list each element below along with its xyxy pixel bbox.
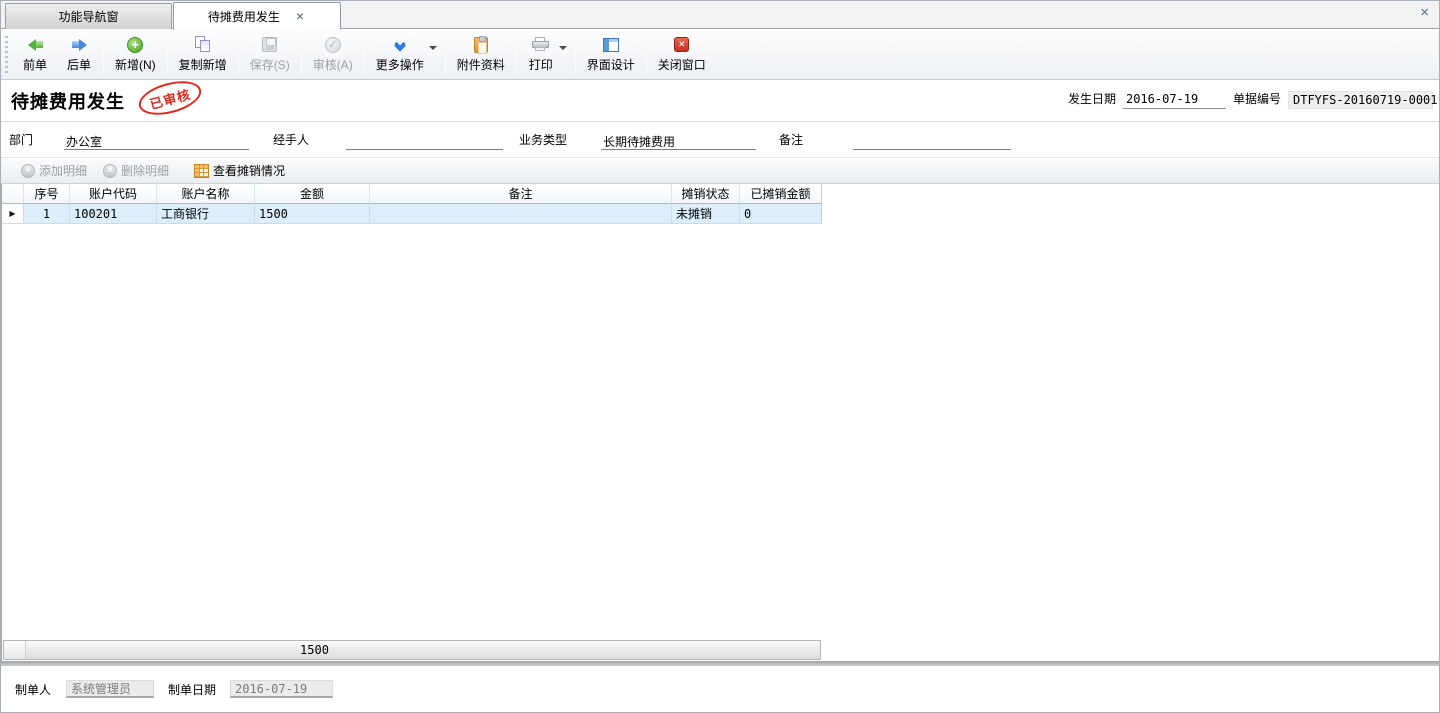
delete-detail-button: × 删除明细 <box>97 160 175 181</box>
x-circle-gray-icon: × <box>103 164 117 178</box>
view-amortization-button[interactable]: 查看摊销情况 <box>188 160 291 181</box>
save-icon <box>262 37 277 52</box>
department-field[interactable]: 办公室 <box>64 133 249 150</box>
column-header-account-name[interactable]: 账户名称 <box>157 184 255 204</box>
print-button[interactable]: 打印 <box>519 33 563 77</box>
arrow-right-icon <box>72 36 87 54</box>
amount-sum: 1500 <box>257 641 372 659</box>
create-date-field: 2016-07-19 <box>230 680 333 698</box>
grid-selector-header <box>2 184 24 204</box>
attachment-icon <box>474 37 488 53</box>
cell-seq[interactable]: 1 <box>24 204 70 224</box>
main-toolbar: 前单 后单 + 新增(N) 复制新增 保存(S) ✓ 审核(A) <box>1 30 1439 80</box>
window-close-icon[interactable]: × <box>1420 6 1429 20</box>
plus-circle-icon: + <box>127 37 143 53</box>
close-icon: ✕ <box>674 37 689 52</box>
copy-new-button[interactable]: 复制新增 <box>170 30 236 79</box>
toolbar-separator <box>575 35 576 74</box>
grid-area: 序号 账户代码 账户名称 金额 备注 摊销状态 已摊销金额 ▶ 1 100201… <box>1 184 1439 661</box>
audit-button: ✓ 审核(A) <box>304 30 362 79</box>
prev-doc-button[interactable]: 前单 <box>13 30 57 79</box>
department-label: 部门 <box>9 131 64 150</box>
row-selector-icon: ▶ <box>2 204 24 224</box>
chevrons-down-icon <box>396 40 404 50</box>
business-type-field[interactable]: 长期待摊费用 <box>601 133 756 150</box>
cell-remark[interactable] <box>370 204 672 224</box>
bottom-panel: 制单人 系统管理员 制单日期 2016-07-19 <box>1 666 1439 712</box>
remark-label: 备注 <box>779 131 853 150</box>
column-header-remark[interactable]: 备注 <box>370 184 672 204</box>
check-circle-icon: ✓ <box>325 37 341 53</box>
occur-date-label: 发生日期 <box>1068 90 1116 107</box>
cell-account-name[interactable]: 工商银行 <box>157 204 255 224</box>
detail-grid: 序号 账户代码 账户名称 金额 备注 摊销状态 已摊销金额 ▶ 1 100201… <box>1 184 822 661</box>
column-header-account-code[interactable]: 账户代码 <box>70 184 157 204</box>
column-header-amount[interactable]: 金额 <box>255 184 370 204</box>
business-type-label: 业务类型 <box>519 131 601 150</box>
layout-icon <box>603 38 619 52</box>
next-doc-button[interactable]: 后单 <box>57 30 101 79</box>
grid-sum-bar: 1500 <box>3 640 821 660</box>
table-grid-icon <box>194 164 209 178</box>
attachment-button[interactable]: 附件资料 <box>448 30 514 79</box>
occur-date-field[interactable]: 2016-07-19 <box>1123 92 1226 109</box>
plus-circle-gray-icon: + <box>21 164 35 178</box>
add-detail-button: + 添加明细 <box>15 160 93 181</box>
toolbar-separator <box>103 35 104 74</box>
tab-close-icon[interactable]: × <box>294 10 306 22</box>
form-row: 部门 办公室 经手人 业务类型 长期待摊费用 备注 <box>1 121 1439 157</box>
toolbar-separator <box>516 35 517 74</box>
toolbar-separator <box>301 35 302 74</box>
doc-no-field: DTFYFS-20160719-0001 <box>1288 91 1433 109</box>
toolbar-separator <box>646 35 647 74</box>
chevron-down-icon[interactable] <box>559 46 567 50</box>
grid-header-row: 序号 账户代码 账户名称 金额 备注 摊销状态 已摊销金额 <box>2 184 822 204</box>
toolbar-grip[interactable] <box>5 36 10 73</box>
doc-no-label: 单据编号 <box>1233 90 1281 107</box>
toolbar-separator <box>364 35 365 74</box>
cell-amount[interactable]: 1500 <box>255 204 370 224</box>
toolbar-separator <box>167 35 168 74</box>
remark-field[interactable] <box>853 133 1011 150</box>
column-header-amortized-amount[interactable]: 已摊销金额 <box>740 184 822 204</box>
close-window-button[interactable]: ✕ 关闭窗口 <box>649 30 715 79</box>
tab-nav-window[interactable]: 功能导航窗 <box>5 3 172 29</box>
save-button: 保存(S) <box>241 30 299 79</box>
more-operations-button[interactable]: 更多操作 <box>367 33 433 77</box>
tab-prepaid-expense[interactable]: 待摊费用发生 × <box>173 2 341 30</box>
document-header: 待摊费用发生 已审核 发生日期 2016-07-19 单据编号 DTFYFS-2… <box>1 80 1439 121</box>
table-row[interactable]: ▶ 1 100201 工商银行 1500 未摊销 0 <box>2 204 822 224</box>
cell-amortized-amount[interactable]: 0 <box>740 204 822 224</box>
detail-toolbar: + 添加明细 × 删除明细 查看摊销情况 <box>1 157 1439 184</box>
grid-empty-space <box>2 224 822 640</box>
chevron-down-icon[interactable] <box>429 46 437 50</box>
new-button[interactable]: + 新增(N) <box>106 30 165 79</box>
create-date-label: 制单日期 <box>168 681 230 698</box>
toolbar-separator <box>238 35 239 74</box>
handler-field[interactable] <box>346 133 503 150</box>
column-header-amortize-status[interactable]: 摊销状态 <box>672 184 740 204</box>
cell-account-code[interactable]: 100201 <box>70 204 157 224</box>
arrow-left-icon <box>28 36 43 54</box>
tab-label: 待摊费用发生 <box>208 8 280 25</box>
printer-icon <box>532 37 549 52</box>
handler-label: 经手人 <box>273 131 346 150</box>
cell-amortize-status[interactable]: 未摊销 <box>672 204 740 224</box>
creator-field: 系统管理员 <box>66 680 154 698</box>
tab-bar: 功能导航窗 待摊费用发生 × × <box>1 1 1439 29</box>
column-header-seq[interactable]: 序号 <box>24 184 70 204</box>
tab-label: 功能导航窗 <box>58 8 118 25</box>
audited-stamp: 已审核 <box>135 75 205 121</box>
toolbar-separator <box>445 35 446 74</box>
page-title: 待摊费用发生 <box>11 88 125 114</box>
copy-icon <box>194 36 211 53</box>
ui-design-button[interactable]: 界面设计 <box>578 30 644 79</box>
app-window: 功能导航窗 待摊费用发生 × × 前单 后单 + 新增(N) 复制新增 <box>0 0 1440 713</box>
creator-label: 制单人 <box>15 681 66 698</box>
